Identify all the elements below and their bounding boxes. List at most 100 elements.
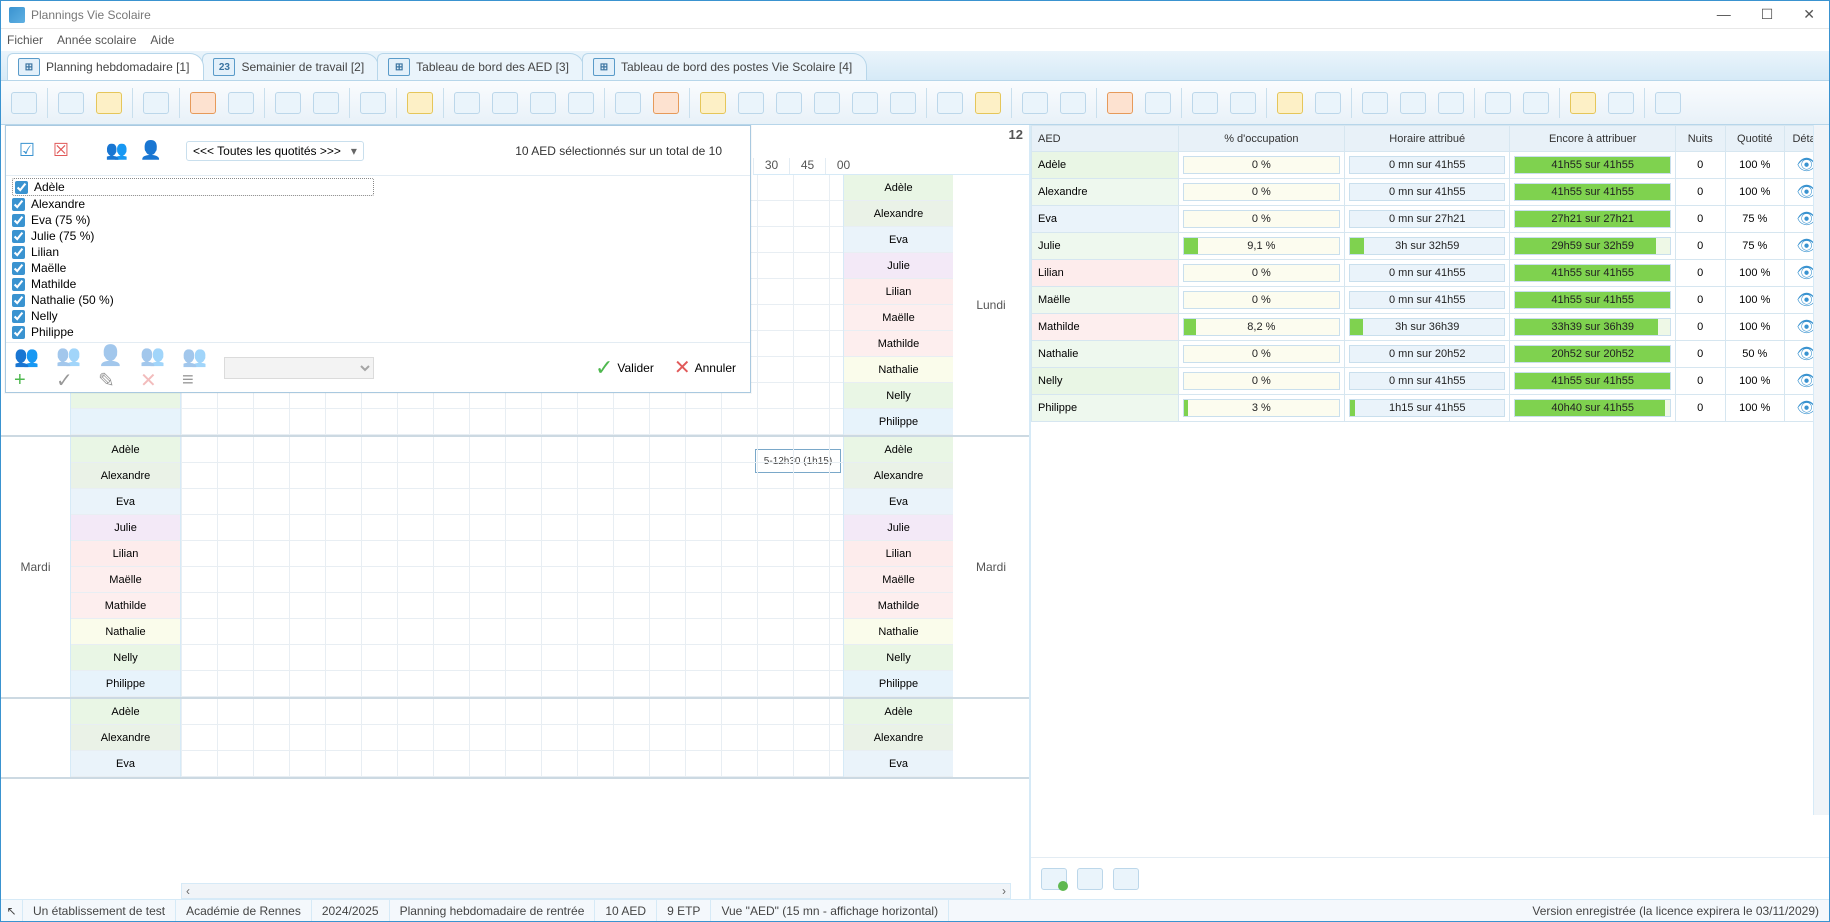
aed-row-label[interactable]: Adèle xyxy=(71,437,180,463)
tab-2[interactable]: ⊞Tableau de bord des AED [3] xyxy=(377,53,584,80)
toolbar-button-3[interactable] xyxy=(139,87,173,119)
aed-row-label-right[interactable]: Adèle xyxy=(844,699,953,725)
aed-checkbox-row[interactable]: Philippe xyxy=(12,324,744,340)
aed-row-label-right[interactable]: Julie xyxy=(844,253,953,279)
toolbar-button-28[interactable] xyxy=(1188,87,1222,119)
aed-row-label-right[interactable]: Nelly xyxy=(844,383,953,409)
toolbar-button-7[interactable] xyxy=(309,87,343,119)
aed-checkbox-row[interactable]: Eva (75 %) xyxy=(12,212,744,228)
cell-name[interactable]: Maëlle xyxy=(1032,287,1179,314)
toolbar-button-22[interactable] xyxy=(933,87,967,119)
toolbar-button-25[interactable] xyxy=(1056,87,1090,119)
user-list-icon[interactable]: 👥≡ xyxy=(182,351,216,385)
aed-row-label-right[interactable]: Alexandre xyxy=(844,201,953,227)
toolbar-button-30[interactable] xyxy=(1273,87,1307,119)
cell-name[interactable]: Lilian xyxy=(1032,260,1179,287)
aed-row-label-right[interactable]: Eva xyxy=(844,489,953,515)
toolbar-button-34[interactable] xyxy=(1434,87,1468,119)
toolbar-button-10[interactable] xyxy=(450,87,484,119)
list-check-icon[interactable]: ☑ xyxy=(14,138,40,164)
cell-name[interactable]: Philippe xyxy=(1032,395,1179,422)
cell-name[interactable]: Julie xyxy=(1032,233,1179,260)
aed-checkbox-row[interactable]: Alexandre xyxy=(12,196,744,212)
user-edit-icon[interactable]: 👤✎ xyxy=(98,351,132,385)
toolbar-button-2[interactable] xyxy=(92,87,126,119)
toolbar-button-15[interactable] xyxy=(649,87,683,119)
col-aed[interactable]: AED xyxy=(1032,126,1179,152)
toolbar-button-35[interactable] xyxy=(1481,87,1515,119)
toolbar-button-29[interactable] xyxy=(1226,87,1260,119)
toolbar-button-31[interactable] xyxy=(1311,87,1345,119)
toolbar-button-19[interactable] xyxy=(810,87,844,119)
toolbar-button-23[interactable] xyxy=(971,87,1005,119)
aed-row-label[interactable]: Nathalie xyxy=(71,619,180,645)
cell-name[interactable]: Adèle xyxy=(1032,152,1179,179)
aed-checkbox[interactable] xyxy=(12,326,25,339)
aed-row-label-right[interactable]: Nathalie xyxy=(844,357,953,383)
aed-checkbox[interactable] xyxy=(12,278,25,291)
aed-checkbox[interactable] xyxy=(12,214,25,227)
toolbar-button-37[interactable] xyxy=(1566,87,1600,119)
aed-row-label-right[interactable]: Julie xyxy=(844,515,953,541)
users-icon[interactable]: 👥 xyxy=(104,138,130,164)
close-button[interactable]: ✕ xyxy=(1797,6,1821,23)
toolbar-button-0[interactable] xyxy=(7,87,41,119)
user-settings-icon[interactable]: 👤 xyxy=(138,138,164,164)
toolbar-button-16[interactable] xyxy=(696,87,730,119)
aed-row-label[interactable]: Philippe xyxy=(71,671,180,697)
col-enc[interactable]: Encore à attribuer xyxy=(1510,126,1676,152)
horizontal-scrollbar[interactable]: ‹ › xyxy=(181,883,1011,899)
toolbar-button-9[interactable] xyxy=(403,87,437,119)
import-icon[interactable] xyxy=(1077,868,1103,890)
toolbar-button-36[interactable] xyxy=(1519,87,1553,119)
toolbar-button-14[interactable] xyxy=(611,87,645,119)
tab-1[interactable]: 23Semainier de travail [2] xyxy=(202,53,379,80)
toolbar-button-38[interactable] xyxy=(1604,87,1638,119)
scroll-left-icon[interactable]: ‹ xyxy=(186,884,190,898)
aed-checkbox-row[interactable]: Maëlle xyxy=(12,260,744,276)
aed-row-label[interactable]: Lilian xyxy=(71,541,180,567)
toolbar-button-5[interactable] xyxy=(224,87,258,119)
aed-row-label-right[interactable]: Philippe xyxy=(844,671,953,697)
aed-checkbox[interactable] xyxy=(12,246,25,259)
aed-row-label[interactable]: Eva xyxy=(71,489,180,515)
aed-checkbox[interactable] xyxy=(12,230,25,243)
menu-file[interactable]: Fichier xyxy=(7,33,43,47)
aed-checkbox[interactable] xyxy=(15,181,28,194)
aed-row-label-right[interactable]: Lilian xyxy=(844,541,953,567)
aed-row-label-right[interactable]: Maëlle xyxy=(844,567,953,593)
toolbar-button-27[interactable] xyxy=(1141,87,1175,119)
minimize-button[interactable]: — xyxy=(1711,6,1737,23)
aed-row-label[interactable]: Nelly xyxy=(71,645,180,671)
aed-row-label[interactable]: Eva xyxy=(71,751,180,777)
cell-name[interactable]: Mathilde xyxy=(1032,314,1179,341)
validate-button[interactable]: ✓ Valider xyxy=(589,351,660,385)
aed-row-label-right[interactable]: Eva xyxy=(844,227,953,253)
aed-row-label-right[interactable]: Alexandre xyxy=(844,725,953,751)
scroll-right-icon[interactable]: › xyxy=(1002,884,1006,898)
cell-name[interactable]: Alexandre xyxy=(1032,179,1179,206)
cell-name[interactable]: Nelly xyxy=(1032,368,1179,395)
tab-3[interactable]: ⊞Tableau de bord des postes Vie Scolaire… xyxy=(582,53,867,80)
aed-checkbox[interactable] xyxy=(12,294,25,307)
aed-row-label[interactable]: Alexandre xyxy=(71,463,180,489)
cancel-button[interactable]: ✕ Annuler xyxy=(668,351,742,384)
aed-checkbox-row[interactable]: Julie (75 %) xyxy=(12,228,744,244)
export-icon[interactable] xyxy=(1041,868,1067,890)
aed-row-label[interactable]: Mathilde xyxy=(71,593,180,619)
toolbar-button-1[interactable] xyxy=(54,87,88,119)
aed-checkbox-row[interactable]: Mathilde xyxy=(12,276,744,292)
aed-row-label-right[interactable]: Nathalie xyxy=(844,619,953,645)
aed-checkbox-row[interactable]: Nathalie (50 %) xyxy=(12,292,744,308)
menu-help[interactable]: Aide xyxy=(150,33,174,47)
aed-row-label-right[interactable]: Lilian xyxy=(844,279,953,305)
aed-checkbox[interactable] xyxy=(12,198,25,211)
toolbar-button-6[interactable] xyxy=(271,87,305,119)
aed-row-label-right[interactable]: Alexandre xyxy=(844,463,953,489)
maximize-button[interactable]: ☐ xyxy=(1755,6,1780,23)
list-uncheck-icon[interactable]: ☒ xyxy=(48,138,74,164)
quotite-dropdown[interactable]: <<< Toutes les quotités >>> ▾ xyxy=(186,141,364,161)
user-check-icon[interactable]: 👥✓ xyxy=(56,351,90,385)
aed-row-label-right[interactable]: Eva xyxy=(844,751,953,777)
aed-checkbox-row[interactable]: Adèle xyxy=(12,178,374,196)
